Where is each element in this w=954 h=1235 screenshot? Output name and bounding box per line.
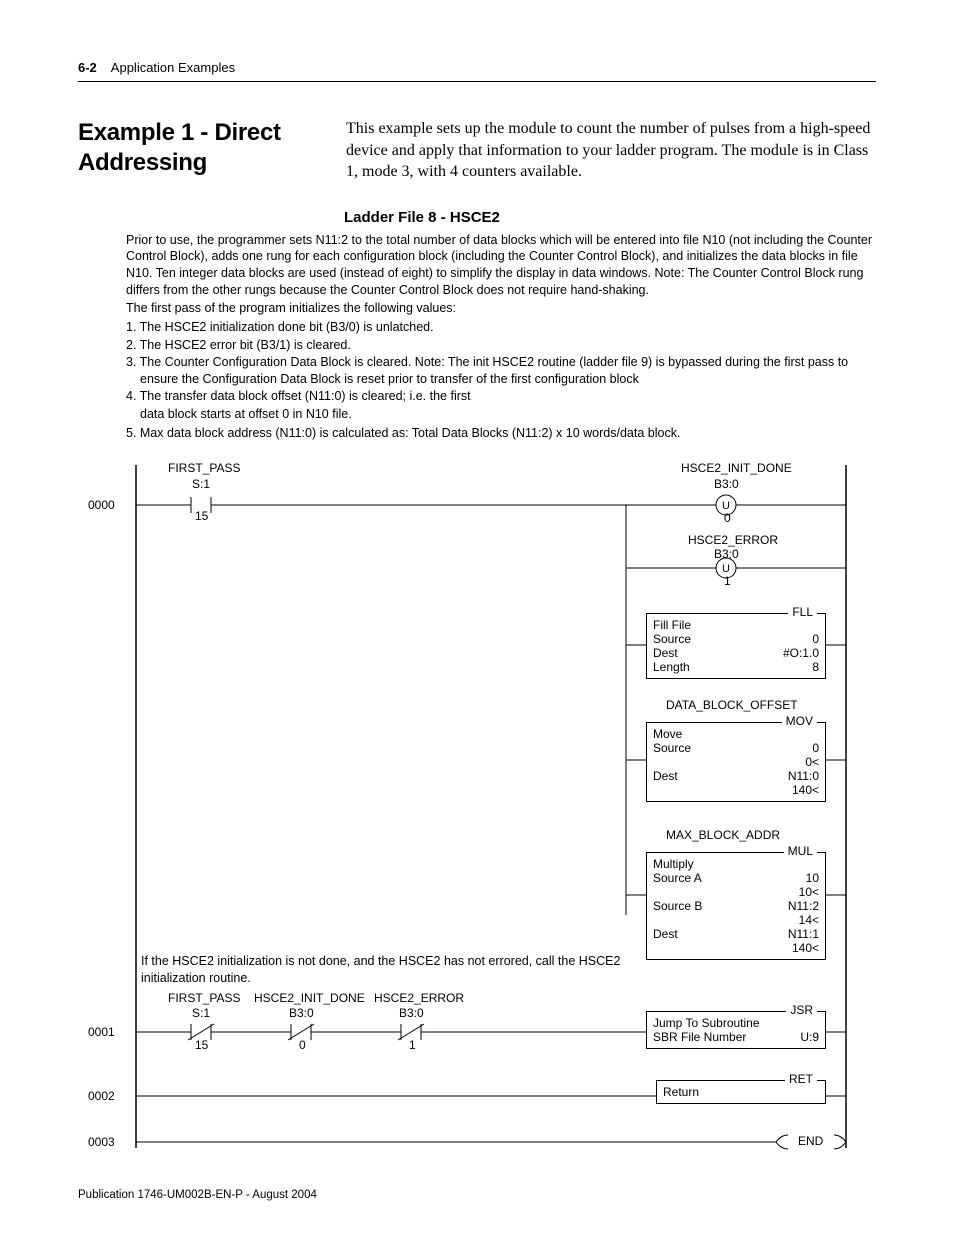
rung-number: 0001 <box>88 1025 115 1039</box>
contact-bit: 15 <box>195 509 208 523</box>
desc-list-item: 1. The HSCE2 initialization done bit (B3… <box>126 319 876 336</box>
instruction-name: Move <box>653 727 819 741</box>
contact-address: B3:0 <box>289 1006 314 1020</box>
contact-bit: 1 <box>409 1038 416 1052</box>
rung-number: 0000 <box>88 498 115 512</box>
jsr-instruction-box: JSR Jump To Subroutine SBR File NumberU:… <box>646 1011 826 1049</box>
section-title: Example 1 - Direct Addressing <box>78 118 318 178</box>
header-rule <box>78 81 876 82</box>
instruction-mnemonic: FLL <box>788 605 817 619</box>
ret-instruction-box: RET Return <box>656 1080 826 1104</box>
ladder-description: Prior to use, the programmer sets N11:2 … <box>126 232 876 442</box>
contact-bit: 15 <box>195 1038 208 1052</box>
ladder-file-title: Ladder File 8 - HSCE2 <box>344 209 876 226</box>
instruction-name: Return <box>663 1085 819 1099</box>
desc-paragraph: The first pass of the program initialize… <box>126 300 876 317</box>
end-marker: END <box>798 1134 823 1148</box>
desc-list-item: 3. The Counter Configuration Data Block … <box>126 354 876 387</box>
rung-number: 0003 <box>88 1135 115 1149</box>
instruction-name: Fill File <box>653 618 819 632</box>
mov-instruction-box: MOV Move Source0 0< DestN11:0 140< <box>646 722 826 802</box>
coil-bit: 0 <box>724 511 731 525</box>
instruction-mnemonic: MUL <box>784 844 817 858</box>
rung-number: 0002 <box>88 1089 115 1103</box>
instruction-above-label: MAX_BLOCK_ADDR <box>666 828 780 842</box>
contact-label: FIRST_PASS <box>168 461 240 475</box>
contact-label: HSCE2_INIT_DONE <box>254 991 365 1005</box>
fll-instruction-box: FLL Fill File Source0 Dest#O:1.0 Length8 <box>646 613 826 679</box>
coil-label: HSCE2_INIT_DONE <box>681 461 792 475</box>
coil-address: B3:0 <box>714 477 739 491</box>
contact-address: B3:0 <box>399 1006 424 1020</box>
desc-list-item: 2. The HSCE2 error bit (B3/1) is cleared… <box>126 337 876 354</box>
desc-list-item: 4. The transfer data block offset (N11:0… <box>126 388 876 405</box>
ladder-svg: U U <box>126 455 866 1165</box>
publication-footer: Publication 1746-UM002B-EN-P - August 20… <box>78 1189 317 1201</box>
section-intro: This example sets up the module to count… <box>346 118 876 183</box>
desc-list-item: 5. Max data block address (N11:0) is cal… <box>126 425 876 442</box>
page-number: 6-2 <box>78 60 97 75</box>
ladder-diagram: 0000 0001 0002 0003 U <box>126 455 866 1165</box>
contact-address: S:1 <box>192 1006 210 1020</box>
coil-label: HSCE2_ERROR <box>688 533 778 547</box>
contact-label: HSCE2_ERROR <box>374 991 464 1005</box>
instruction-mnemonic: MOV <box>782 714 817 728</box>
instruction-name: Multiply <box>653 857 819 871</box>
coil-address: B3:0 <box>714 547 739 561</box>
coil-bit: 1 <box>724 574 731 588</box>
instruction-mnemonic: RET <box>785 1072 817 1086</box>
instruction-mnemonic: JSR <box>786 1003 817 1017</box>
contact-bit: 0 <box>299 1038 306 1052</box>
chapter-title: Application Examples <box>111 60 235 75</box>
page-header: 6-2 Application Examples <box>78 60 876 75</box>
contact-label: FIRST_PASS <box>168 991 240 1005</box>
rung-comment: If the HSCE2 initialization is not done,… <box>141 953 661 986</box>
desc-paragraph: Prior to use, the programmer sets N11:2 … <box>126 232 876 299</box>
instruction-above-label: DATA_BLOCK_OFFSET <box>666 698 798 712</box>
mul-instruction-box: MUL Multiply Source A10 10< Source BN11:… <box>646 852 826 960</box>
instruction-name: Jump To Subroutine <box>653 1016 819 1030</box>
desc-list-subitem: data block starts at offset 0 in N10 fil… <box>126 406 876 423</box>
contact-address: S:1 <box>192 477 210 491</box>
